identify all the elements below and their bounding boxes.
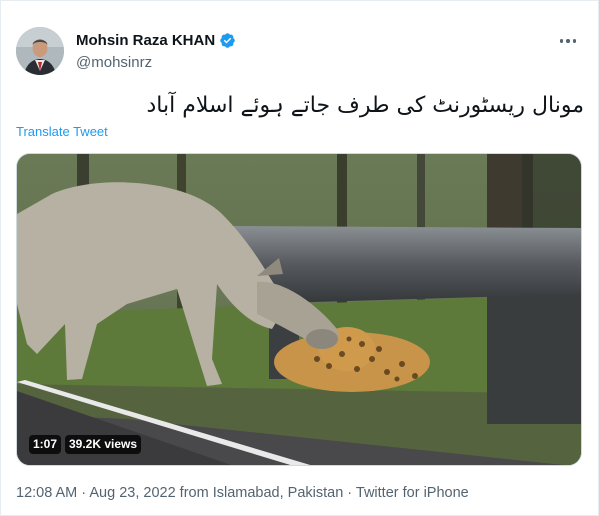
author-handle[interactable]: @mohsinrz <box>76 54 152 71</box>
tweet-source[interactable]: Twitter for iPhone <box>356 485 469 501</box>
more-options-icon[interactable] <box>556 31 580 51</box>
tweet-location: from Islamabad, Pakistan <box>175 485 344 501</box>
video-player[interactable]: 1:07 39.2K views <box>16 153 582 466</box>
tweet-text: مونال ریسٹورنٹ کی طرف جاتے ہوئے اسلام آب… <box>146 93 584 118</box>
tweet-card: Mohsin Raza KHAN @mohsinrz مونال ریسٹورن… <box>0 0 599 516</box>
avatar-image <box>16 27 64 75</box>
verified-badge-icon <box>219 32 236 49</box>
avatar[interactable] <box>16 27 64 75</box>
tweet-date[interactable]: Aug 23, 2022 <box>89 485 175 501</box>
video-duration-badge: 1:07 <box>29 435 62 454</box>
meta-separator: · <box>343 485 356 501</box>
tweet-time[interactable]: 12:08 AM <box>16 485 77 501</box>
author-display-name[interactable]: Mohsin Raza KHAN <box>76 32 215 49</box>
video-views-badge: 39.2K views <box>65 435 142 454</box>
meta-separator: · <box>77 485 90 501</box>
author-name-row[interactable]: Mohsin Raza KHAN <box>76 32 236 49</box>
translate-tweet-link[interactable]: Translate Tweet <box>16 124 108 139</box>
tweet-meta: 12:08 AM · Aug 23, 2022 from Islamabad, … <box>16 485 469 501</box>
video-thumbnail <box>17 154 581 465</box>
